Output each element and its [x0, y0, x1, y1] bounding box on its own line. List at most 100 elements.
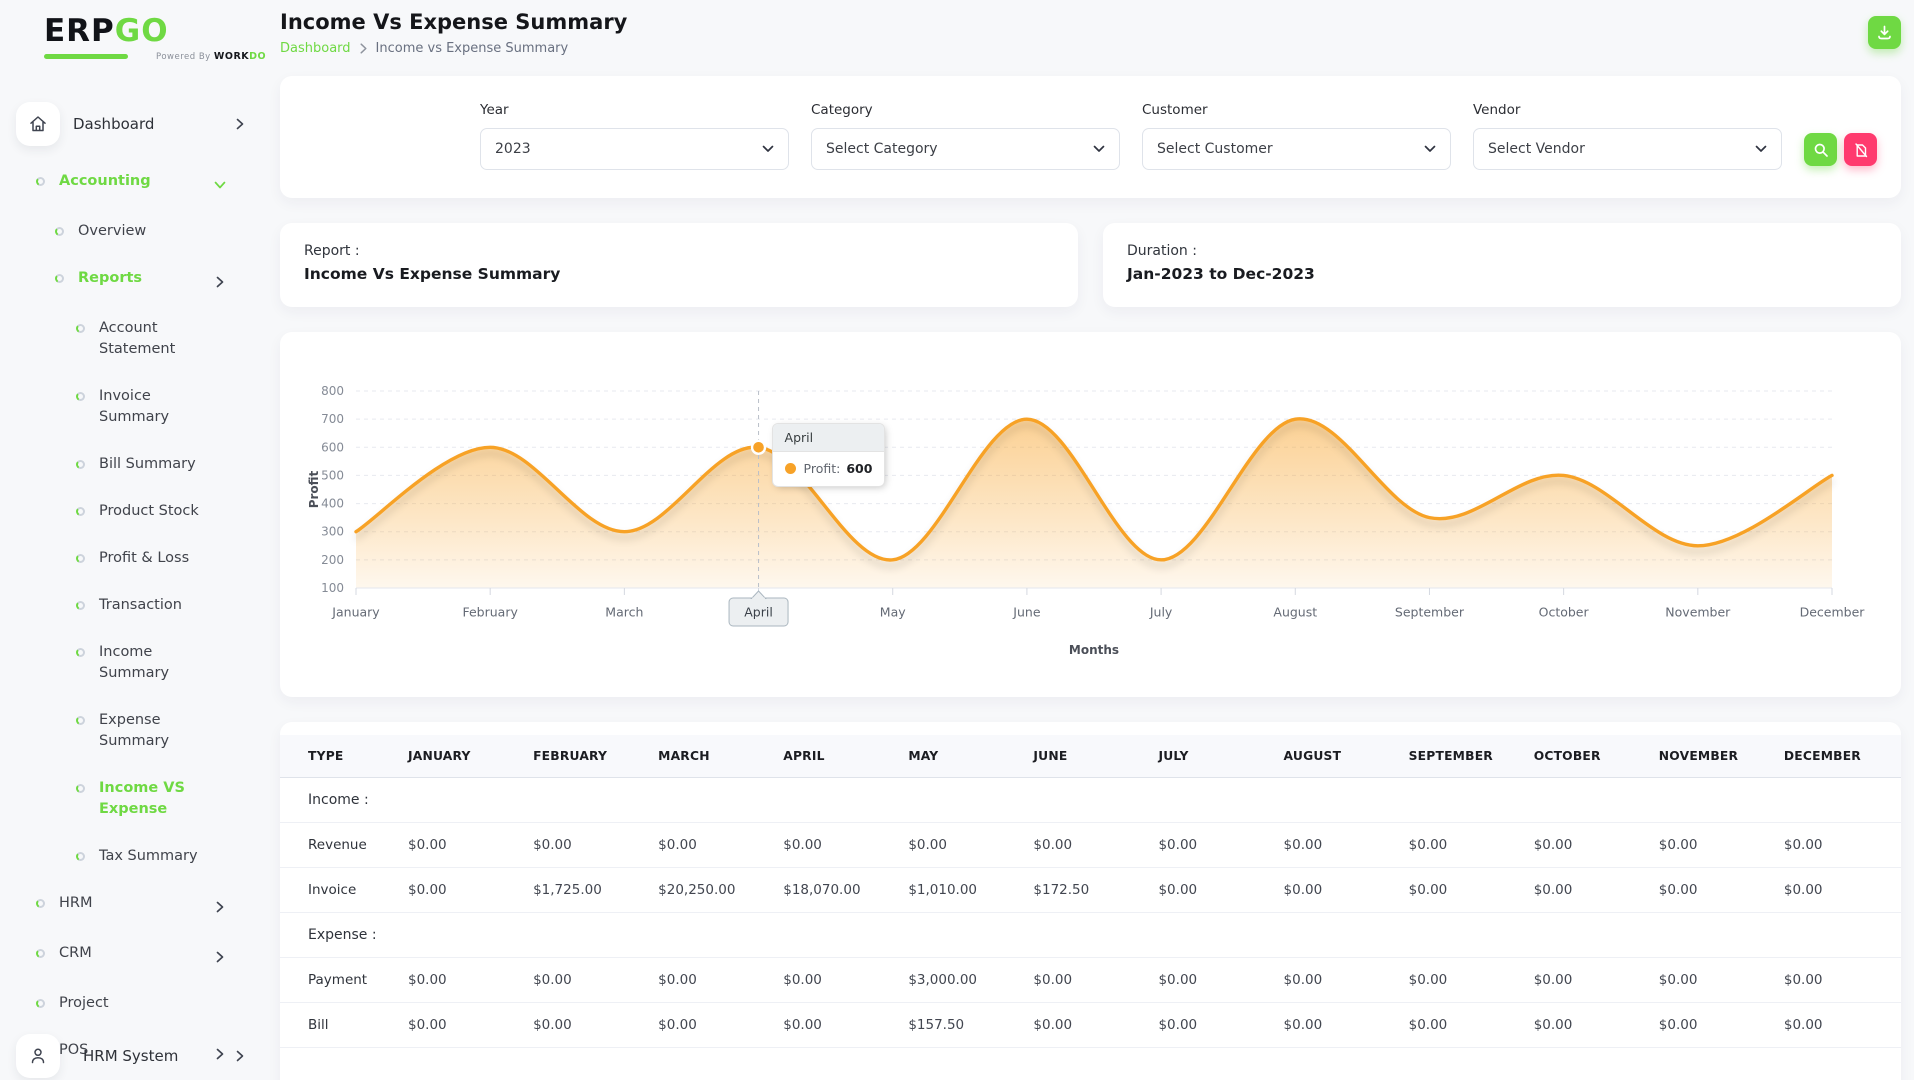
value-cell: $0.00 — [1025, 957, 1151, 1003]
breadcrumb: Dashboard Income vs Expense Summary — [280, 41, 1868, 56]
sidebar-item-label: Product Stock — [99, 503, 199, 520]
svg-text:Profit: Profit — [307, 470, 321, 508]
value-cell: $0.00 — [400, 1002, 526, 1048]
value-cell: $0.00 — [1775, 957, 1901, 1003]
bullet-icon — [36, 999, 45, 1009]
category-select[interactable]: Select Category — [811, 128, 1120, 170]
chevron-down-icon — [762, 145, 774, 152]
value-cell: $0.00 — [1650, 1002, 1776, 1048]
sidebar-item-expense-summary[interactable]: Expense Summary — [0, 697, 280, 765]
sidebar-item-invoice-summary[interactable]: Invoice Summary — [0, 373, 280, 441]
sidebar-item-income-vs-expense[interactable]: Income VS Expense — [0, 765, 280, 833]
reset-filter-button[interactable] — [1844, 133, 1877, 166]
filters-card: Year 2023 Category Select Category Custo… — [280, 76, 1901, 198]
value-cell: $0.00 — [1400, 867, 1526, 913]
value-cell: $18,070.00 — [775, 867, 901, 913]
column-header-may: MAY — [900, 735, 1026, 778]
chevron-right-icon — [216, 948, 224, 967]
bullet-icon — [36, 949, 45, 959]
bullet-icon — [55, 274, 64, 284]
sidebar-item-bill-summary[interactable]: Bill Summary — [0, 441, 280, 488]
value-cell: $0.00 — [1400, 957, 1526, 1003]
bullet-icon — [76, 507, 85, 517]
chart-card: 100 200 300 400 500 600 700 800 January February M… — [280, 332, 1901, 697]
svg-text:March: March — [605, 605, 643, 620]
value-cell: $0.00 — [1525, 822, 1651, 868]
sidebar-item-label: Invoice Summary — [99, 388, 170, 426]
column-header-type: TYPE — [280, 735, 400, 778]
value-cell: $1,010.00 — [900, 867, 1026, 913]
download-button[interactable] — [1868, 16, 1901, 49]
value-cell: $0.00 — [1400, 1002, 1526, 1048]
sidebar-item-transaction[interactable]: Transaction — [0, 582, 280, 629]
breadcrumb-dashboard-link[interactable]: Dashboard — [280, 41, 351, 56]
sidebar-item-label: Income Summary — [99, 644, 170, 682]
sidebar-item-product-stock[interactable]: Product Stock — [0, 488, 280, 535]
download-icon — [1878, 25, 1891, 40]
chevron-down-icon — [1755, 145, 1767, 152]
svg-text:October: October — [1539, 605, 1590, 620]
column-header-december: DECEMBER — [1775, 735, 1901, 778]
sidebar-item-hrm[interactable]: HRM — [0, 880, 280, 930]
sidebar-item-accounting[interactable]: Accounting — [0, 158, 280, 208]
brand-go: GO — [114, 13, 169, 49]
report-card: Report : Income Vs Expense Summary — [280, 223, 1078, 307]
value-cell: $0.00 — [1150, 867, 1276, 913]
value-cell: $157.50 — [900, 1002, 1026, 1048]
sidebar-item-label: Dashboard — [73, 115, 155, 133]
search-button[interactable] — [1804, 133, 1837, 166]
column-header-january: JANUARY — [400, 735, 526, 778]
sidebar-item-dashboard[interactable]: Dashboard — [16, 102, 244, 146]
brand-erp: ERP — [44, 13, 115, 49]
bullet-icon — [36, 899, 45, 909]
brand-logo: ERPGO Powered By WORKDO — [0, 14, 280, 90]
tooltip-value: 600 — [846, 461, 873, 477]
svg-text:600: 600 — [321, 440, 344, 454]
home-icon — [30, 116, 46, 132]
category-label: Category — [811, 102, 873, 118]
tooltip-series-label: Profit: — [803, 461, 841, 477]
table-row-revenue: Revenue $0.00 $0.00 $0.00 $0.00 $0.00 $0.00 $0.… — [280, 822, 1901, 868]
svg-text:800: 800 — [321, 384, 344, 398]
report-label: Report : — [304, 243, 360, 259]
table-row-bill: Bill $0.00 $0.00 $0.00 $0.00 $157.50 $0.00 $0.0… — [280, 1002, 1901, 1048]
summary-table-card: TYPE JANUARY FEBRUARY MARCH APRIL MAY JUNE JULY… — [280, 722, 1901, 1080]
sidebar-item-account-statement[interactable]: Account Statement — [0, 305, 280, 373]
value-cell: $20,250.00 — [650, 867, 776, 913]
sidebar-item-tax-summary[interactable]: Tax Summary — [0, 833, 280, 880]
sidebar: ERPGO Powered By WORKDO Dashboard Accoun… — [0, 0, 280, 1080]
sidebar-item-project[interactable]: Project — [0, 980, 280, 1027]
customer-select[interactable]: Select Customer — [1142, 128, 1451, 170]
sidebar-item-overview[interactable]: Overview — [0, 208, 280, 255]
sidebar-item-income-summary[interactable]: Income Summary — [0, 629, 280, 697]
value-cell: $0.00 — [1775, 1002, 1901, 1048]
value-cell: $0.00 — [1400, 822, 1526, 868]
svg-text:September: September — [1395, 605, 1465, 620]
vendor-select[interactable]: Select Vendor — [1473, 128, 1782, 170]
app: ERPGO Powered By WORKDO Dashboard Accoun… — [0, 0, 1914, 1080]
value-cell: $0.00 — [1150, 822, 1276, 868]
year-select[interactable]: 2023 — [480, 128, 789, 170]
breadcrumb-current: Income vs Expense Summary — [375, 41, 569, 56]
svg-text:December: December — [1800, 605, 1866, 620]
sidebar-item-profit-loss[interactable]: Profit & Loss — [0, 535, 280, 582]
value-cell: $0.00 — [400, 822, 526, 868]
customer-field: Customer Select Customer — [1142, 102, 1451, 170]
profit-chart-svg: 100 200 300 400 500 600 700 800 January February M… — [307, 384, 1866, 657]
info-cards: Report : Income Vs Expense Summary Durat… — [280, 223, 1901, 307]
column-header-june: JUNE — [1025, 735, 1151, 778]
chart-area[interactable]: 100 200 300 400 500 600 700 800 January February M… — [304, 352, 1877, 670]
sidebar-item-crm[interactable]: CRM — [0, 930, 280, 980]
bullet-icon — [76, 716, 85, 726]
column-header-april: APRIL — [775, 735, 901, 778]
year-label: Year — [480, 102, 509, 118]
chart-tooltip: April Profit: 600 — [771, 423, 886, 488]
svg-text:400: 400 — [321, 497, 344, 511]
sidebar-item-label: Tax Summary — [99, 848, 198, 865]
value-cell: $0.00 — [400, 957, 526, 1003]
sidebar-item-label: Overview — [78, 223, 147, 239]
sidebar-item-reports[interactable]: Reports — [0, 255, 280, 305]
value-cell: $0.00 — [1650, 957, 1776, 1003]
sidebar-item-hrm-system[interactable]: HRM System — [0, 1034, 280, 1078]
main-content: Income Vs Expense Summary Dashboard Inco… — [280, 0, 1914, 1080]
